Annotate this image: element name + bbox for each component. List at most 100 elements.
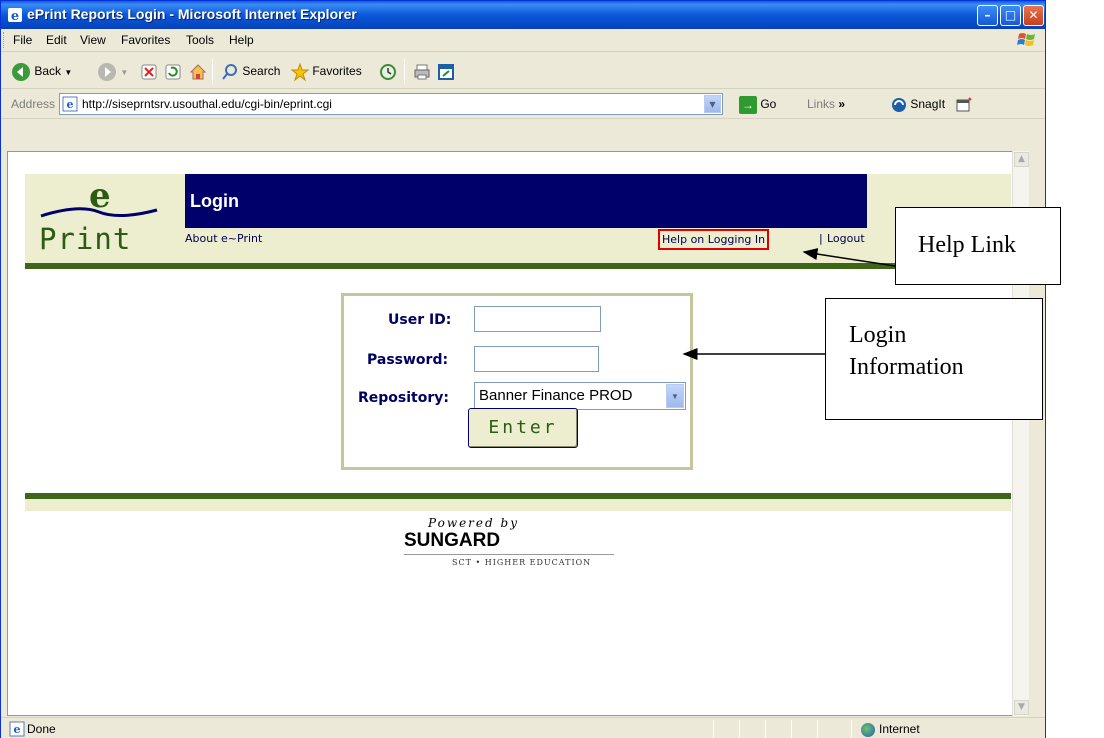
page-icon: e [62, 96, 78, 112]
logo-print: Print [39, 222, 132, 256]
help-on-logging-in-link[interactable]: Help on Logging In [658, 229, 770, 250]
eprint-logo[interactable]: e Print [39, 176, 169, 260]
enter-button[interactable]: Enter [468, 408, 578, 448]
snagit-icon [892, 97, 906, 112]
menu-favorites[interactable]: Favorites [121, 33, 170, 47]
home-icon [189, 64, 207, 80]
page-done-icon: e [9, 721, 25, 737]
menu-help[interactable]: Help [229, 33, 254, 47]
forward-dropdown-icon[interactable]: ▼ [120, 68, 128, 77]
menu-tools[interactable]: Tools [186, 33, 214, 47]
address-dropdown-icon[interactable]: ▼ [704, 95, 721, 113]
status-bar: e Done Internet [1, 717, 1045, 738]
favorites-button[interactable]: Favorites [291, 61, 362, 81]
snagit-options-icon[interactable] [956, 97, 973, 113]
help-link-callout: Help Link [895, 207, 1061, 285]
status-separator [765, 720, 766, 738]
chevron-down-icon[interactable]: ▼ [666, 384, 684, 408]
login-banner: Login [185, 174, 867, 228]
status-text: Done [27, 722, 56, 736]
password-label: Password: [367, 352, 449, 368]
links-toolbar[interactable]: Links » [807, 97, 845, 111]
user-id-input[interactable] [474, 306, 601, 332]
history-icon [380, 63, 396, 80]
address-input[interactable]: e http://siseprntsrv.usouthal.edu/cgi-bi… [59, 93, 723, 115]
menu-edit[interactable]: Edit [46, 33, 67, 47]
go-label: Go [760, 97, 777, 111]
sungard-wordmark: SUNGARD [404, 530, 501, 551]
search-button[interactable]: Search [221, 61, 280, 81]
links-label: Links [807, 97, 836, 111]
about-eprint-link[interactable]: About e~Print [185, 232, 262, 245]
repository-selected-value: Banner Finance PROD [479, 387, 633, 404]
windows-flag-icon [1017, 33, 1035, 46]
scroll-up-icon[interactable]: ▲ [1014, 152, 1029, 167]
snagit-label: SnagIt [910, 97, 946, 111]
footer-strip [25, 499, 1011, 511]
star-icon [291, 62, 309, 81]
refresh-button[interactable] [165, 61, 181, 81]
snagit-button[interactable]: SnagIt [891, 95, 973, 113]
minimize-button[interactable]: – [977, 5, 998, 26]
go-arrow-icon: → [739, 95, 757, 114]
menu-view[interactable]: View [80, 33, 106, 47]
status-separator [739, 720, 740, 738]
capture-window-icon [438, 63, 454, 80]
eprint-header: e Print Login About e~Print Help on Logg… [25, 174, 1011, 269]
logo-swoosh-icon [40, 207, 158, 218]
refresh-icon [165, 64, 181, 80]
stop-button[interactable] [141, 61, 157, 81]
go-button[interactable]: → Go [739, 95, 776, 114]
zone-label: Internet [879, 722, 920, 736]
back-label: Back [34, 64, 62, 78]
status-separator [791, 720, 792, 738]
snagit-capture-button[interactable] [437, 61, 455, 81]
link-separator: | [819, 232, 823, 245]
toolbar-separator [212, 59, 213, 83]
home-button[interactable] [189, 61, 207, 81]
status-separator [817, 720, 818, 738]
security-zone: Internet [861, 722, 920, 737]
back-button[interactable]: Back ▼ [11, 61, 72, 81]
menu-file[interactable]: File [13, 33, 32, 47]
page-title: Login [190, 191, 239, 211]
back-dropdown-icon[interactable]: ▼ [64, 68, 72, 77]
globe-icon [861, 722, 875, 737]
printer-icon [414, 64, 430, 80]
login-callout-line1: Login [849, 322, 907, 348]
ie-icon: e [8, 8, 22, 23]
user-id-label: User ID: [388, 312, 452, 328]
standard-toolbar: Back ▼ ▼ Search Favorites [1, 53, 1045, 89]
status-separator [851, 720, 852, 738]
address-label: Address [11, 97, 56, 111]
logout-link[interactable]: Logout [827, 232, 865, 245]
favorites-label: Favorites [312, 64, 362, 78]
toolbar-separator [404, 59, 405, 83]
search-icon [222, 63, 237, 80]
scroll-down-icon[interactable]: ▼ [1014, 700, 1029, 715]
password-input[interactable] [474, 346, 599, 372]
svg-text:e: e [14, 723, 21, 736]
repository-select[interactable]: Banner Finance PROD ▼ [474, 382, 686, 410]
stop-icon [141, 64, 157, 80]
forward-button[interactable]: ▼ [97, 61, 128, 81]
page-viewport: e Print Login About e~Print Help on Logg… [7, 151, 1029, 716]
status-separator [713, 720, 714, 738]
menu-bar: File Edit View Favorites Tools Help [1, 29, 1045, 52]
forward-arrow-icon [98, 62, 116, 81]
svg-text:e: e [11, 9, 19, 23]
svg-text:e: e [67, 98, 74, 111]
back-arrow-icon [12, 62, 30, 81]
title-bar: e ePrint Reports Login - Microsoft Inter… [1, 1, 1045, 29]
history-button[interactable] [379, 61, 397, 81]
sct-higher-education-text: SCT • HIGHER EDUCATION [452, 558, 592, 567]
repository-label: Repository: [358, 390, 449, 406]
help-callout-text: Help Link [918, 232, 1016, 258]
menubar-grip [3, 32, 6, 48]
login-callout-line2: Information [849, 354, 964, 380]
close-button[interactable]: ✕ [1023, 5, 1044, 26]
print-button[interactable] [413, 61, 431, 81]
header-rule [25, 263, 1011, 269]
maximize-button[interactable]: □ [1000, 5, 1021, 26]
address-bar: Address e http://siseprntsrv.usouthal.ed… [1, 90, 1045, 119]
